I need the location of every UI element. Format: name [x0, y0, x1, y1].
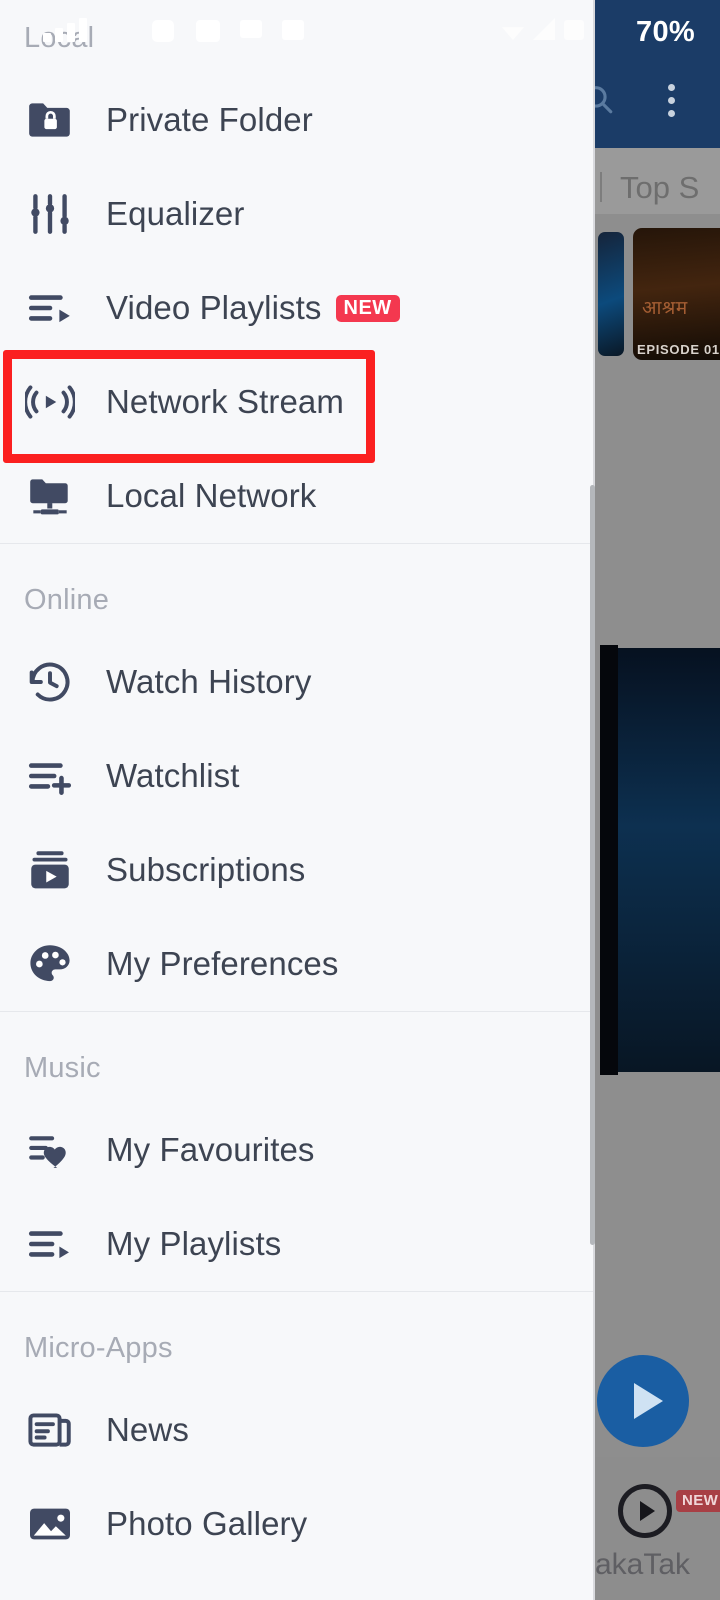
- drawer-item-label: Watch History: [106, 663, 312, 700]
- section-divider: [0, 1011, 594, 1012]
- drawer-item-label: Equalizer: [106, 195, 245, 232]
- battery-icon: [564, 20, 584, 40]
- watchlist-add-icon: [22, 748, 78, 804]
- private-folder-icon: [22, 92, 78, 148]
- drawer-item-watchlist[interactable]: Watchlist: [0, 729, 594, 823]
- cellular-icon: [533, 18, 555, 40]
- section-header-online: Online: [24, 584, 110, 616]
- tab-top-songs[interactable]: Top S: [620, 170, 699, 206]
- drawer-item-label: News: [106, 1411, 189, 1448]
- video-playlist-icon: [22, 280, 78, 336]
- drawer-item-label: Watchlist: [106, 757, 240, 794]
- tab-divider: [600, 172, 602, 202]
- playlist-play-icon: [22, 1216, 78, 1272]
- drawer-item-my-favourites[interactable]: My Favourites: [0, 1103, 594, 1197]
- section-header-micro-apps: Micro-Apps: [24, 1332, 173, 1364]
- news-icon: [22, 1402, 78, 1458]
- battery-percent-label: 70%: [636, 16, 695, 48]
- drawer-item-label: My Playlists: [106, 1225, 282, 1262]
- app-notification-icon: [196, 20, 220, 42]
- bottom-navigation-bar: NEW akaTak: [595, 1457, 720, 1600]
- photo-gallery-icon: [22, 1496, 78, 1552]
- drawer-scrollbar[interactable]: [590, 485, 595, 1245]
- status-right-icons: [502, 18, 584, 40]
- drawer-item-label: My Favourites: [106, 1131, 315, 1168]
- drawer-item-video-playlists[interactable]: Video Playlists NEW: [0, 261, 594, 355]
- play-icon: [633, 1383, 663, 1419]
- status-bar: [0, 0, 594, 46]
- moj-takatak-icon[interactable]: [618, 1484, 672, 1538]
- drawer-item-subscriptions[interactable]: Subscriptions: [0, 823, 594, 917]
- app-notification-icon: [152, 20, 174, 42]
- drawer-content: Local Private Folder Equalizer Video Pla…: [0, 22, 594, 1571]
- content-strip: [600, 645, 618, 1075]
- drawer-item-my-preferences[interactable]: My Preferences: [0, 917, 594, 1011]
- local-network-icon: [22, 468, 78, 524]
- drawer-item-my-playlists[interactable]: My Playlists: [0, 1197, 594, 1291]
- drawer-item-equalizer[interactable]: Equalizer: [0, 167, 594, 261]
- drawer-item-label: Local Network: [106, 477, 317, 514]
- drawer-item-watch-history[interactable]: Watch History: [0, 635, 594, 729]
- favourites-heart-icon: [22, 1122, 78, 1178]
- drawer-item-label: My Preferences: [106, 945, 339, 982]
- thumbnail-episode-label: EPISODE 01: [637, 342, 720, 357]
- drawer-item-label: Photo Gallery: [106, 1505, 308, 1542]
- content-thumbnail[interactable]: आश्रम EPISODE 01: [633, 228, 720, 360]
- subscriptions-icon: [22, 842, 78, 898]
- section-header-music: Music: [24, 1052, 101, 1084]
- network-stream-icon: [22, 374, 78, 430]
- moj-takatak-label: akaTak: [595, 1548, 691, 1581]
- drawer-item-label: Network Stream: [106, 383, 344, 420]
- section-divider: [0, 1291, 594, 1292]
- moj-new-badge: NEW: [676, 1490, 720, 1512]
- palette-icon: [22, 936, 78, 992]
- section-divider: [0, 543, 594, 544]
- new-badge: NEW: [335, 294, 400, 322]
- drawer-item-label: Subscriptions: [106, 851, 306, 888]
- content-thumbnail[interactable]: [598, 232, 624, 356]
- navigation-drawer: Local Private Folder Equalizer Video Pla…: [0, 0, 594, 1600]
- play-fab-button[interactable]: [597, 1355, 689, 1447]
- signal-bars-icon: [43, 18, 87, 42]
- drawer-item-local-network[interactable]: Local Network: [0, 449, 594, 543]
- history-icon: [22, 654, 78, 710]
- equalizer-icon: [22, 186, 78, 242]
- drawer-item-network-stream[interactable]: Network Stream: [0, 355, 594, 449]
- content-banner[interactable]: [618, 648, 720, 1072]
- drawer-item-photo-gallery[interactable]: Photo Gallery: [0, 1477, 594, 1571]
- drawer-item-label: Private Folder: [106, 101, 313, 138]
- thumbnail-title: आश्रम: [642, 298, 688, 319]
- app-notification-icon: [282, 20, 304, 40]
- app-notification-icon: [240, 20, 262, 38]
- drawer-item-private-folder[interactable]: Private Folder: [0, 73, 594, 167]
- wifi-icon: [502, 27, 524, 40]
- drawer-item-news[interactable]: News: [0, 1383, 594, 1477]
- drawer-item-label: Video Playlists: [106, 289, 322, 326]
- kebab-menu-icon[interactable]: [668, 84, 676, 118]
